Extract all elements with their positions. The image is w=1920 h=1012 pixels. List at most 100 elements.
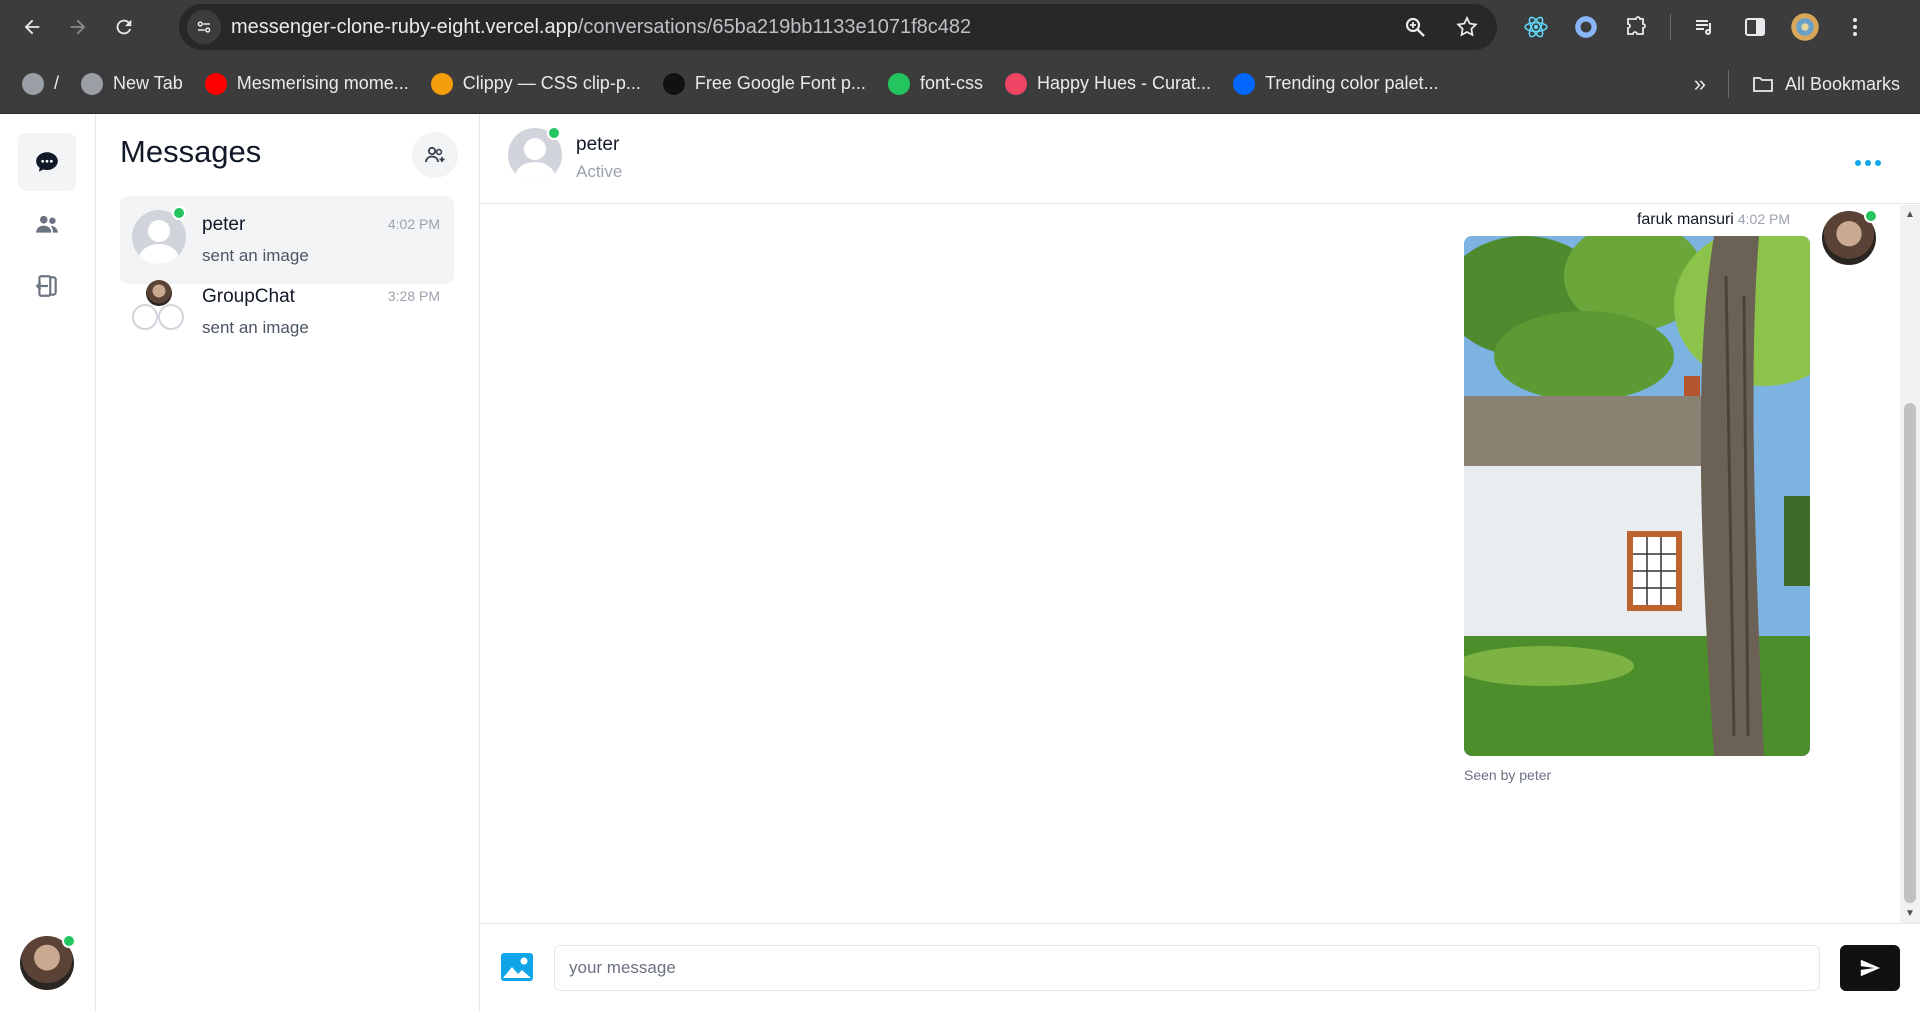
scroll-up-icon[interactable]: ▲ — [1905, 209, 1915, 220]
arrow-left-icon — [24, 19, 40, 35]
rail-item-users[interactable] — [18, 195, 76, 253]
chat-bubble-icon — [36, 152, 58, 172]
coolors-icon — [1233, 72, 1256, 95]
online-indicator — [1864, 209, 1878, 223]
logout-icon — [35, 275, 57, 297]
site-info-icon[interactable] — [187, 10, 221, 44]
bookmark-label: Trending color palet... — [1265, 73, 1439, 93]
forward-button[interactable] — [58, 7, 98, 47]
bookmarks-divider — [1727, 70, 1729, 98]
bookmark-item[interactable]: Happy Hues - Curat... — [1004, 72, 1212, 95]
user-add-icon — [425, 146, 445, 163]
chat-header: peter Active — [480, 114, 1920, 204]
back-button[interactable] — [12, 7, 52, 47]
seen-status: Seen by peter — [1464, 767, 1552, 783]
all-bookmarks-button[interactable]: All Bookmarks — [1751, 72, 1900, 96]
scrollbar-thumb[interactable] — [1904, 403, 1916, 903]
extensions-puzzle-icon[interactable] — [1620, 11, 1652, 43]
conversation-list-panel: Messages peter 4:02 PM sent an image Gro… — [96, 114, 480, 1012]
star-icon[interactable] — [1455, 15, 1479, 39]
bookmark-label: New Tab — [113, 73, 183, 93]
conversation-time: 3:28 PM — [387, 288, 440, 304]
globe-icon — [22, 72, 44, 95]
bookmark-item[interactable]: Free Google Font p... — [662, 72, 866, 95]
upload-image-button[interactable] — [500, 952, 536, 984]
online-indicator — [547, 126, 561, 140]
url-path: /conversations/65ba219bb1133e1071f8c482 — [577, 15, 972, 38]
bookmark-label: Free Google Font p... — [694, 73, 866, 93]
message-sender: faruk mansuri — [1636, 211, 1734, 228]
messages-scrollbar[interactable]: ▲ ▼ — [1900, 205, 1920, 923]
chevron-double-right-icon[interactable]: » — [1694, 71, 1706, 97]
sender-avatar — [1822, 209, 1878, 265]
bookmark-label: Happy Hues - Curat... — [1036, 73, 1212, 93]
extension-circle-icon[interactable] — [1570, 11, 1602, 43]
conversation-last-message: sent an image — [202, 246, 309, 265]
media-control-icon[interactable] — [1689, 11, 1721, 43]
toolbar-divider — [1670, 14, 1671, 40]
conversation-time: 4:02 PM — [387, 216, 440, 232]
message-meta: faruk mansuri 4:02 PM — [1637, 211, 1790, 229]
conversation-item-groupchat[interactable]: GroupChat 3:28 PM sent an image — [120, 268, 454, 356]
conversation-last-message: sent an image — [202, 318, 309, 337]
font-css-icon — [887, 72, 910, 95]
conversation-name: GroupChat — [202, 286, 295, 307]
message-composer — [480, 923, 1920, 1012]
browser-toolbar: messenger-clone-ruby-eight.vercel.app/co… — [0, 0, 1920, 54]
send-icon — [1860, 959, 1881, 977]
url-host: messenger-clone-ruby-eight.vercel.app — [231, 15, 578, 38]
side-panel-icon[interactable] — [1739, 11, 1771, 43]
arrow-right-icon — [70, 19, 86, 35]
send-button[interactable] — [1840, 945, 1900, 991]
bookmark-item[interactable]: / — [22, 72, 60, 95]
bookmark-item[interactable]: Trending color palet... — [1233, 72, 1439, 95]
users-icon — [36, 215, 58, 233]
online-indicator — [172, 206, 186, 220]
message-list: faruk mansuri 4:02 PM Seen by peter — [480, 205, 1900, 923]
message-input[interactable] — [554, 945, 1820, 991]
url-text: messenger-clone-ruby-eight.vercel.app/co… — [231, 16, 971, 39]
message-time: 4:02 PM — [1737, 211, 1790, 227]
bookmark-label: / — [54, 73, 60, 93]
reload-icon — [116, 19, 132, 35]
zoom-icon[interactable] — [1403, 15, 1427, 39]
reload-button[interactable] — [104, 7, 144, 47]
page-title: Messages — [120, 134, 262, 169]
message-image[interactable] — [1464, 236, 1810, 756]
profile-avatar-icon[interactable] — [1789, 11, 1821, 43]
bookmark-item[interactable]: font-css — [887, 72, 983, 95]
rail-item-logout[interactable] — [18, 257, 76, 315]
bookmark-item[interactable]: Mesmerising mome... — [204, 72, 409, 95]
bookmark-item[interactable]: Clippy — CSS clip-p... — [430, 72, 641, 95]
bookmarks-right: » All Bookmarks — [1694, 54, 1900, 114]
messenger-app: Messages peter 4:02 PM sent an image Gro… — [0, 114, 1920, 1012]
globe-icon — [81, 72, 104, 95]
chrome-menu-icon[interactable] — [1839, 11, 1871, 43]
more-horizontal-icon — [1855, 160, 1881, 166]
create-group-button[interactable] — [412, 132, 458, 178]
bookmark-item[interactable]: New Tab — [81, 72, 183, 95]
nav-rail — [0, 114, 96, 1012]
clippy-icon — [430, 72, 453, 95]
bookmark-label: Mesmerising mome... — [236, 73, 409, 93]
chat-panel: peter Active faruk mansuri 4:02 PM Seen … — [480, 114, 1920, 1012]
group-avatar — [130, 278, 188, 336]
chat-recipient-status: Active — [576, 162, 623, 181]
react-devtools-icon[interactable] — [1520, 11, 1552, 43]
more-options-button[interactable] — [1854, 144, 1882, 175]
address-bar[interactable]: messenger-clone-ruby-eight.vercel.app/co… — [179, 4, 1497, 50]
happy-hues-icon — [1004, 72, 1027, 95]
online-indicator — [62, 934, 76, 948]
chat-recipient-name: peter — [576, 134, 620, 155]
bookmark-label: font-css — [919, 73, 983, 93]
scroll-down-icon[interactable]: ▼ — [1905, 908, 1915, 919]
fontpair-icon — [662, 72, 685, 95]
bookmark-label: Clippy — CSS clip-p... — [462, 73, 641, 93]
folder-icon — [1753, 77, 1773, 92]
current-user-avatar[interactable] — [20, 934, 76, 990]
all-bookmarks-label: All Bookmarks — [1784, 73, 1900, 94]
rail-item-chats[interactable] — [18, 133, 76, 191]
conversation-name: peter — [202, 214, 246, 235]
youtube-icon — [204, 72, 227, 95]
image-icon — [501, 953, 533, 981]
